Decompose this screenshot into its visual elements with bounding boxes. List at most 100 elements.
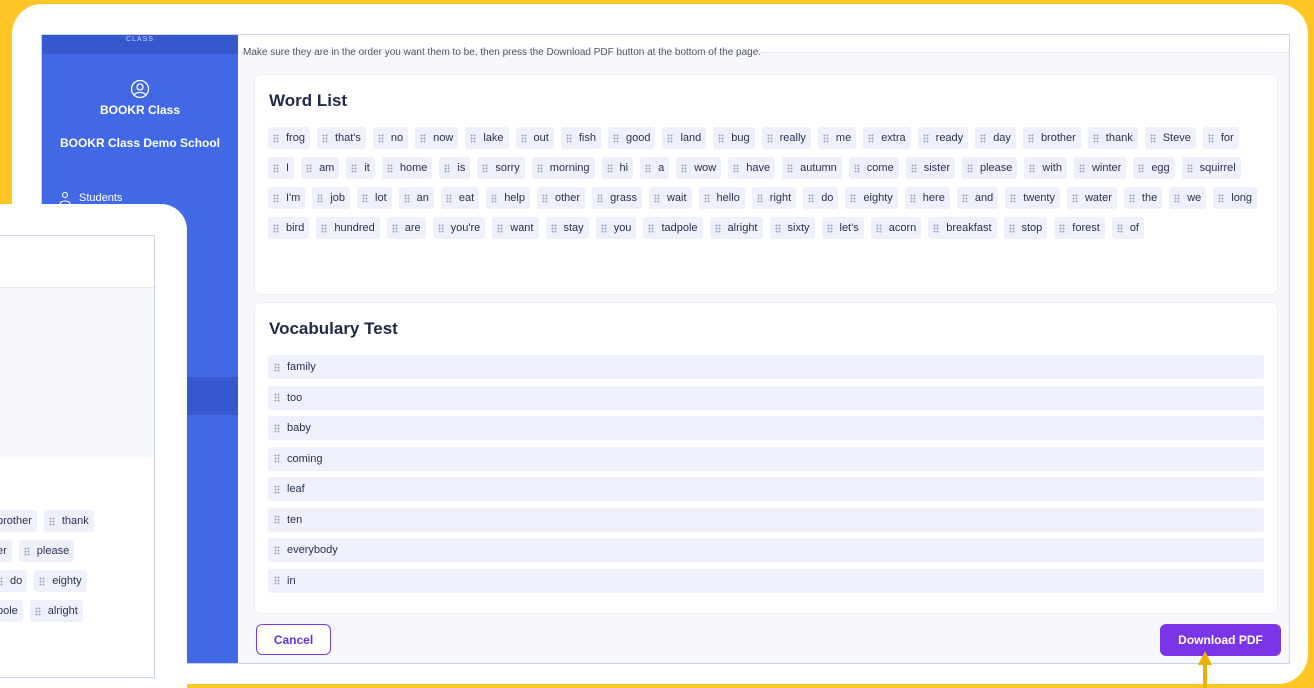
- vocabulary-row[interactable]: ten: [268, 507, 1264, 532]
- word-chip[interactable]: alright: [709, 217, 763, 239]
- vocabulary-row[interactable]: family: [268, 355, 1264, 379]
- word-chip[interactable]: with: [1024, 157, 1067, 179]
- word-chip[interactable]: lot: [357, 187, 392, 209]
- vocabulary-row[interactable]: everybody: [268, 538, 1264, 562]
- vocabulary-row[interactable]: in: [268, 568, 1264, 593]
- word-chip[interactable]: do: [803, 187, 839, 209]
- cancel-button[interactable]: Cancel: [256, 624, 331, 655]
- word-chip[interactable]: squirrel: [1181, 157, 1241, 179]
- word-chip[interactable]: a: [640, 157, 670, 179]
- word-chip[interactable]: now: [415, 127, 459, 149]
- word-chip[interactable]: frog: [268, 127, 310, 149]
- word-chip[interactable]: is: [439, 157, 471, 179]
- drag-handle-icon: [274, 362, 280, 372]
- word-chip[interactable]: extra: [863, 127, 911, 149]
- word-chip[interactable]: hi: [601, 157, 634, 179]
- word-chip[interactable]: the: [1123, 187, 1163, 209]
- vocabulary-row[interactable]: baby: [268, 416, 1264, 440]
- word-chip[interactable]: er: [0, 540, 12, 562]
- word-chip[interactable]: grass: [592, 187, 642, 209]
- word-chip[interactable]: sister: [905, 157, 955, 179]
- word-chip[interactable]: let's: [821, 217, 864, 239]
- drag-handle-icon: [482, 163, 489, 173]
- vocabulary-row[interactable]: leaf: [268, 477, 1264, 501]
- word-chip[interactable]: morning: [531, 157, 595, 179]
- word-chip[interactable]: bug: [713, 127, 755, 149]
- word-chip[interactable]: hello: [698, 187, 745, 209]
- vocabulary-row[interactable]: too: [268, 385, 1264, 410]
- download-pdf-button[interactable]: Download PDF: [1160, 624, 1281, 656]
- word-chip[interactable]: want: [492, 217, 539, 239]
- word-chip[interactable]: that's: [316, 127, 366, 149]
- word-chip[interactable]: Steve: [1144, 127, 1196, 149]
- word-chip[interactable]: here: [904, 187, 950, 209]
- word-chip[interactable]: do: [0, 570, 28, 592]
- word-chip[interactable]: ready: [917, 127, 969, 149]
- word-chip[interactable]: for: [1202, 127, 1239, 149]
- word-chip[interactable]: job: [312, 187, 351, 209]
- word-chip[interactable]: of: [1111, 217, 1144, 239]
- drag-handle-icon: [1116, 223, 1123, 233]
- word-chip[interactable]: right: [751, 187, 797, 209]
- word-chip[interactable]: forest: [1054, 217, 1105, 239]
- word-chip[interactable]: wow: [676, 157, 722, 179]
- word-chip[interactable]: you: [595, 217, 637, 239]
- word-chip[interactable]: eat: [440, 187, 480, 209]
- word-chip[interactable]: fish: [560, 127, 601, 149]
- user-icon[interactable]: [130, 79, 150, 99]
- word-chip[interactable]: eighty: [34, 570, 87, 592]
- sidebar-item-students[interactable]: Students: [58, 191, 122, 205]
- word-chip[interactable]: help: [486, 187, 530, 209]
- word-chip[interactable]: water: [1066, 187, 1117, 209]
- word-chip[interactable]: home: [381, 157, 433, 179]
- word-chip[interactable]: thank: [1087, 127, 1138, 149]
- drag-handle-icon: [597, 193, 604, 203]
- word-chip[interactable]: other: [536, 187, 586, 209]
- word-chip[interactable]: you're: [432, 217, 486, 239]
- word-chip[interactable]: an: [398, 187, 434, 209]
- word-chip[interactable]: sixty: [769, 217, 815, 239]
- vocabulary-row[interactable]: coming: [268, 446, 1264, 471]
- drag-handle-icon: [274, 393, 280, 402]
- word-chip[interactable]: thank: [43, 510, 94, 532]
- word-chip[interactable]: we: [1169, 187, 1207, 209]
- word-chip[interactable]: it: [346, 157, 375, 179]
- word-chip[interactable]: no: [372, 127, 409, 149]
- word-chip[interactable]: out: [515, 127, 554, 149]
- word-chip[interactable]: hundred: [316, 217, 380, 239]
- word-chip[interactable]: brother: [0, 510, 37, 532]
- word-chip[interactable]: day: [975, 127, 1016, 149]
- word-chip[interactable]: long: [1213, 187, 1258, 209]
- word-chip[interactable]: and: [956, 187, 999, 209]
- word-chip[interactable]: I'm: [268, 187, 306, 209]
- word-chip[interactable]: stop: [1003, 217, 1048, 239]
- word-chip[interactable]: good: [607, 127, 656, 149]
- word-chip[interactable]: please: [961, 157, 1018, 179]
- word-chip[interactable]: autumn: [782, 157, 842, 179]
- word-chip[interactable]: am: [301, 157, 340, 179]
- word-chip[interactable]: brother: [1022, 127, 1081, 149]
- word-chip[interactable]: me: [817, 127, 857, 149]
- word-chip[interactable]: alright: [29, 600, 83, 622]
- word-chip[interactable]: please: [18, 540, 75, 562]
- word-chip[interactable]: come: [848, 157, 899, 179]
- word-chip[interactable]: land: [662, 127, 707, 149]
- word-chip[interactable]: winter: [1073, 157, 1127, 179]
- word-chip[interactable]: sorry: [477, 157, 525, 179]
- word-chip[interactable]: have: [728, 157, 776, 179]
- word-chip[interactable]: breakfast: [928, 217, 997, 239]
- word-chip[interactable]: are: [386, 217, 426, 239]
- word-chip[interactable]: lake: [465, 127, 509, 149]
- word-chip[interactable]: bird: [268, 217, 310, 239]
- word-chip[interactable]: eighty: [845, 187, 898, 209]
- word-chip[interactable]: pole: [0, 600, 23, 622]
- word-chip[interactable]: tadpole: [643, 217, 703, 239]
- word-chip[interactable]: stay: [545, 217, 589, 239]
- drag-handle-icon: [1078, 163, 1085, 173]
- word-chip[interactable]: I: [268, 157, 295, 179]
- word-chip[interactable]: wait: [648, 187, 692, 209]
- word-chip[interactable]: egg: [1133, 157, 1175, 179]
- word-chip[interactable]: twenty: [1005, 187, 1060, 209]
- word-chip[interactable]: acorn: [870, 217, 922, 239]
- word-chip[interactable]: really: [761, 127, 811, 149]
